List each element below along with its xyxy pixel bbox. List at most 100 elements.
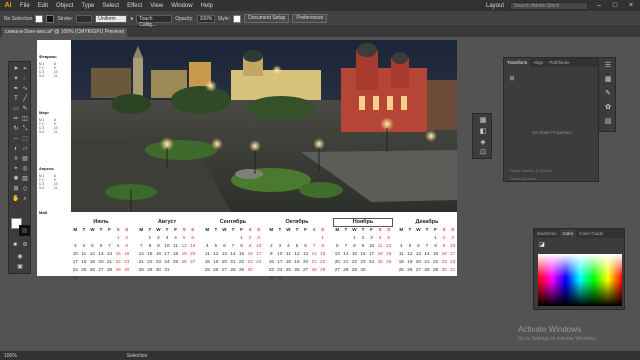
document-tab[interactable]: слика-в-2xee-wes.ai* @ 100% (CMYK/GPU Pr… xyxy=(2,28,127,37)
swatches-panel-icon[interactable]: ▦ xyxy=(604,76,612,84)
menu-select[interactable]: Select xyxy=(98,3,123,9)
symbol-sprayer-icon[interactable]: ✺ xyxy=(12,176,20,183)
free-transform-icon[interactable]: ⬚ xyxy=(21,136,29,143)
libraries-icon[interactable]: ▦ xyxy=(479,117,487,125)
menu-edit[interactable]: Edit xyxy=(34,3,52,9)
stroke-color-box[interactable] xyxy=(19,225,30,236)
blend-icon[interactable]: ◎ xyxy=(21,166,29,173)
properties-icon[interactable]: ◧ xyxy=(479,128,487,136)
line-tool-icon[interactable]: ╱ xyxy=(21,96,29,103)
tab-align[interactable]: Align xyxy=(530,60,546,65)
pencil-icon[interactable]: ✏ xyxy=(12,116,20,123)
tab-transform[interactable]: Transform xyxy=(504,58,531,67)
menu-file[interactable]: File xyxy=(16,3,34,9)
curvature-icon[interactable]: ∿ xyxy=(21,86,29,93)
stock-search-input[interactable]: Search Adobe Stock xyxy=(510,1,588,10)
preferences-button[interactable]: Preferences xyxy=(292,14,328,23)
draw-mode-icon[interactable]: ◉ xyxy=(16,254,24,261)
artboards-icon[interactable]: ⊡ xyxy=(479,149,487,157)
gradient-icon[interactable]: ▤ xyxy=(21,156,29,163)
style-swatch[interactable] xyxy=(233,14,242,23)
day-cell xyxy=(384,266,393,274)
week-row: 21 22 23 24 25 26 27 xyxy=(137,258,197,266)
graphic-styles-icon[interactable]: ▤ xyxy=(604,118,612,126)
rectangle-tool-icon[interactable]: ▭ xyxy=(12,106,20,113)
day-cell xyxy=(188,266,197,274)
brush-definition-select[interactable]: Touch Callig... xyxy=(136,14,173,28)
tab-color[interactable]: Color xyxy=(559,229,577,238)
scale-icon[interactable]: ⤡ xyxy=(21,126,29,133)
stroke-weight-input[interactable] xyxy=(76,14,93,23)
menu-object[interactable]: Object xyxy=(52,3,77,9)
workspace-switcher[interactable]: Layout xyxy=(486,3,504,9)
properties-panel-icon[interactable]: ☰ xyxy=(604,62,612,70)
eyedropper-icon[interactable]: ⌖ xyxy=(12,166,20,173)
day-cell xyxy=(80,234,89,242)
weekday-header: T xyxy=(82,227,86,232)
menu-view[interactable]: View xyxy=(146,3,167,9)
type-tool-icon[interactable]: T xyxy=(12,96,20,103)
close-button[interactable]: × xyxy=(626,2,636,9)
color-spectrum[interactable] xyxy=(538,254,622,306)
lasso-icon[interactable]: ◌ xyxy=(21,76,29,83)
opacity-label[interactable]: Opacity: xyxy=(175,16,193,22)
tab-color-guide[interactable]: Color Guide xyxy=(576,231,606,236)
none-color-icon[interactable]: ⊘ xyxy=(21,242,29,249)
day-cell: 10 xyxy=(369,243,375,248)
layers-icon[interactable]: ◈ xyxy=(479,139,487,147)
maximize-button[interactable]: □ xyxy=(610,2,620,9)
minimize-button[interactable]: – xyxy=(594,2,604,9)
brushes-panel-icon[interactable]: ✎ xyxy=(604,90,612,98)
text-selection-box[interactable] xyxy=(333,218,393,227)
day-cell: 17 xyxy=(369,251,375,256)
tab-swatches[interactable]: Swatches xyxy=(534,231,560,236)
day-cell: 13 xyxy=(190,243,196,248)
direct-selection-tool-icon[interactable]: ➢ xyxy=(21,66,29,73)
mesh-icon[interactable]: # xyxy=(12,156,20,163)
width-tool-icon[interactable]: ⇔ xyxy=(12,136,20,143)
stroke-swatch[interactable] xyxy=(46,14,55,23)
document-setup-button[interactable]: Document Setup xyxy=(244,14,290,23)
screen-mode-icon[interactable]: ▣ xyxy=(16,264,24,271)
day-cell: 1 xyxy=(434,235,437,240)
scale-corners-checkbox[interactable]: Scale Corners xyxy=(510,176,535,181)
color-mode-icon[interactable]: ■ xyxy=(11,242,19,249)
menu-help[interactable]: Help xyxy=(197,3,217,9)
graph-icon[interactable]: ▥ xyxy=(21,176,29,183)
fill-swatch[interactable] xyxy=(35,14,44,23)
day-cell: 18 xyxy=(377,251,383,256)
menu-effect[interactable]: Effect xyxy=(123,3,146,9)
rotate-icon[interactable]: ↻ xyxy=(12,126,20,133)
day-cell: 26 xyxy=(407,267,413,272)
hand-icon[interactable]: ✋ xyxy=(12,196,20,203)
variable-width-select[interactable]: Uniform xyxy=(95,14,128,23)
status-bar: 100% Selection xyxy=(0,351,640,360)
fill-stroke-mini-icon[interactable]: ◪ xyxy=(538,242,546,249)
shape-builder-icon[interactable]: ◐ xyxy=(12,146,20,153)
opacity-input[interactable]: 100% xyxy=(196,14,215,23)
selection-tool-icon[interactable]: ➤ xyxy=(12,66,20,73)
scale-strokes-checkbox[interactable]: Scale Strokes & Effects xyxy=(510,168,552,173)
day-cell: 2 xyxy=(157,235,160,240)
day-cell: 11 xyxy=(81,251,87,256)
zoom-level[interactable]: 100% xyxy=(4,353,17,359)
day-cell: 8 xyxy=(240,243,243,248)
tab-pathfinder[interactable]: Pathfinder xyxy=(546,60,573,65)
slice-icon[interactable]: ◇ xyxy=(21,186,29,193)
city-night-photo[interactable] xyxy=(71,40,457,212)
reference-point-icon[interactable]: ⊞ xyxy=(508,76,516,83)
paintbrush-icon[interactable]: ✎ xyxy=(21,106,29,113)
artboard[interactable]: Февраль М 18Т 29С 3 10 Ч 4 11 Март М 18Т 29… xyxy=(37,40,457,280)
weekday-header: F xyxy=(240,227,243,232)
menu-window[interactable]: Window xyxy=(167,3,196,9)
zoom-icon[interactable]: ⌕ xyxy=(21,196,29,203)
symbols-panel-icon[interactable]: ✿ xyxy=(604,104,612,112)
magic-wand-icon[interactable]: ✦ xyxy=(12,76,20,83)
artboard-icon[interactable]: ⊞ xyxy=(12,186,20,193)
perspective-icon[interactable]: ▱ xyxy=(21,146,29,153)
menu-type[interactable]: Type xyxy=(77,3,98,9)
eraser-icon[interactable]: ◫ xyxy=(21,116,29,123)
pen-tool-icon[interactable]: ✒ xyxy=(12,86,20,93)
day-cell: 30 xyxy=(441,267,447,272)
day-cell xyxy=(88,274,97,282)
